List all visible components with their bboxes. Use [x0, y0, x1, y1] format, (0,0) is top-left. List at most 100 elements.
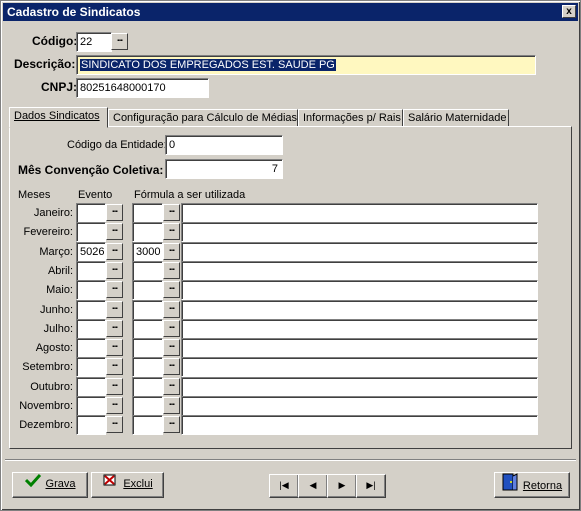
- evento-lookup-button[interactable]: ...: [106, 319, 123, 337]
- evento-input[interactable]: [76, 415, 106, 436]
- month-label: Maio:: [46, 284, 73, 297]
- grava-button[interactable]: Grava: [12, 472, 88, 498]
- formula-code-input[interactable]: [132, 415, 163, 436]
- formula-lookup-button[interactable]: ...: [163, 204, 180, 221]
- mes-convencao-label: Mês Convenção Coletiva:: [18, 163, 164, 177]
- evento-lookup-button[interactable]: ...: [106, 261, 123, 279]
- month-label: Abril:: [47, 264, 73, 277]
- retorna-label: Retorna: [522, 479, 563, 492]
- evento-lookup-button[interactable]: ...: [106, 300, 123, 318]
- formula-code-input[interactable]: [132, 222, 163, 243]
- formula-lookup-button[interactable]: ...: [163, 377, 180, 395]
- formula-code-input[interactable]: [132, 396, 163, 416]
- col-formula-header: Fórmula a ser utilizada: [134, 189, 246, 201]
- formula-lookup-button[interactable]: ...: [163, 319, 180, 337]
- codigo-entidade-input[interactable]: 0: [165, 135, 283, 155]
- evento-input[interactable]: 5026: [76, 241, 106, 262]
- evento-lookup-button[interactable]: ...: [106, 397, 123, 414]
- formula-description-field[interactable]: [181, 203, 538, 223]
- formula-description-field[interactable]: [181, 338, 538, 359]
- formula-code-input[interactable]: [132, 338, 163, 359]
- evento-input[interactable]: [76, 203, 106, 223]
- formula-description-field[interactable]: [181, 299, 538, 320]
- formula-lookup-button[interactable]: ...: [163, 223, 180, 241]
- tab-configuracao-medias[interactable]: Configuração para Cálculo de Médias: [108, 109, 298, 127]
- formula-description-field[interactable]: [181, 396, 538, 416]
- formula-description-field[interactable]: [181, 280, 538, 301]
- month-label: Julho:: [43, 322, 73, 335]
- month-label: Novembro:: [19, 400, 73, 412]
- exclui-button[interactable]: Exclui: [91, 472, 164, 498]
- tab-salario-maternidade[interactable]: Salário Maternidade: [403, 109, 509, 127]
- formula-description-field[interactable]: [181, 357, 538, 378]
- next-record-button[interactable]: ▶: [327, 474, 357, 498]
- evento-lookup-button[interactable]: ...: [106, 339, 123, 357]
- formula-code-input[interactable]: [132, 318, 163, 339]
- formula-code-input[interactable]: [132, 280, 163, 301]
- formula-description-field[interactable]: [181, 415, 538, 436]
- month-label: Setembro:: [22, 361, 73, 374]
- formula-lookup-button[interactable]: ...: [163, 339, 180, 357]
- title-bar: Cadastro de Sindicatos x: [3, 3, 578, 21]
- evento-lookup-button[interactable]: ...: [106, 281, 123, 299]
- formula-lookup-button[interactable]: ...: [163, 416, 180, 434]
- tab-label: Informações p/ Rais: [303, 112, 401, 124]
- formula-description-field[interactable]: [181, 376, 538, 397]
- month-label: Março:: [39, 245, 73, 258]
- month-label: Fevereiro:: [23, 226, 73, 239]
- evento-lookup-button[interactable]: ...: [106, 358, 123, 376]
- formula-lookup-button[interactable]: ...: [163, 242, 180, 260]
- first-record-button[interactable]: |◀: [269, 474, 299, 498]
- tab-label: Configuração para Cálculo de Médias: [113, 112, 298, 124]
- evento-input[interactable]: [76, 357, 106, 378]
- exit-door-icon: [502, 473, 518, 499]
- month-label: Janeiro:: [33, 207, 73, 219]
- formula-description-field[interactable]: [181, 260, 538, 281]
- formula-lookup-button[interactable]: ...: [163, 261, 180, 279]
- last-record-button[interactable]: ▶|: [356, 474, 386, 498]
- evento-input[interactable]: [76, 318, 106, 339]
- tab-dados-sindicatos[interactable]: Dados Sindicatos: [9, 107, 108, 128]
- previous-record-button[interactable]: ◀: [298, 474, 328, 498]
- formula-lookup-button[interactable]: ...: [163, 300, 180, 318]
- evento-input[interactable]: [76, 376, 106, 397]
- tab-label: Dados Sindicatos: [14, 110, 100, 122]
- formula-lookup-button[interactable]: ...: [163, 281, 180, 299]
- exclui-label: Exclui: [123, 478, 153, 490]
- evento-input[interactable]: [76, 222, 106, 243]
- formula-lookup-button[interactable]: ...: [163, 397, 180, 414]
- month-label: Junho:: [39, 303, 73, 316]
- evento-input[interactable]: [76, 338, 106, 359]
- codigo-lookup-button[interactable]: ...: [111, 33, 128, 50]
- formula-description-field[interactable]: [181, 318, 538, 339]
- evento-input[interactable]: [76, 280, 106, 301]
- descricao-input[interactable]: SINDICATO DOS EMPREGADOS EST. SAUDE PG: [76, 55, 536, 75]
- formula-code-input[interactable]: [132, 203, 163, 223]
- evento-lookup-button[interactable]: ...: [106, 377, 123, 395]
- formula-lookup-button[interactable]: ...: [163, 358, 180, 376]
- cnpj-input[interactable]: 80251648000170: [76, 78, 209, 98]
- evento-lookup-button[interactable]: ...: [106, 204, 123, 221]
- evento-input[interactable]: [76, 396, 106, 416]
- formula-code-input[interactable]: [132, 299, 163, 320]
- evento-lookup-button[interactable]: ...: [106, 223, 123, 241]
- formula-description-field[interactable]: [181, 241, 538, 262]
- formula-code-input[interactable]: [132, 357, 163, 378]
- evento-input[interactable]: [76, 299, 106, 320]
- formula-code-input[interactable]: [132, 376, 163, 397]
- formula-description-field[interactable]: [181, 222, 538, 243]
- close-button[interactable]: x: [562, 5, 576, 18]
- evento-lookup-button[interactable]: ...: [106, 416, 123, 434]
- window-title: Cadastro de Sindicatos: [7, 5, 141, 19]
- cnpj-label: CNPJ:: [41, 80, 78, 94]
- descricao-label: Descrição:: [14, 57, 76, 71]
- formula-code-input[interactable]: 3000: [132, 241, 163, 262]
- codigo-input[interactable]: 22: [76, 32, 112, 52]
- grava-label: Grava: [45, 478, 76, 490]
- mes-convencao-input[interactable]: 7: [165, 159, 283, 179]
- tab-informacoes-rais[interactable]: Informações p/ Rais: [298, 109, 403, 127]
- retorna-button[interactable]: Retorna: [494, 472, 570, 498]
- evento-input[interactable]: [76, 260, 106, 281]
- evento-lookup-button[interactable]: ...: [106, 242, 123, 260]
- formula-code-input[interactable]: [132, 260, 163, 281]
